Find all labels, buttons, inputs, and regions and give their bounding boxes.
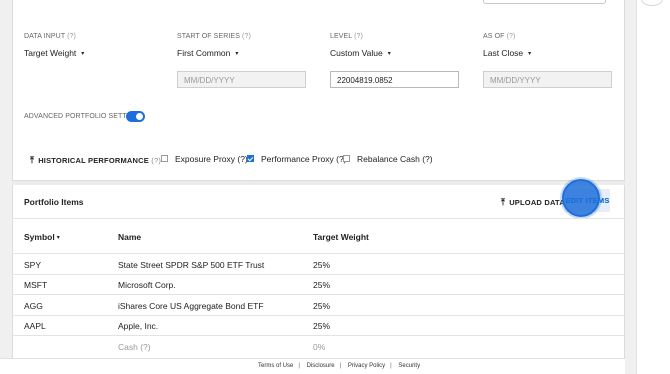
row-name: Microsoft Corp. <box>118 280 176 290</box>
row-name: State Street SPDR S&P 500 ETF Trust <box>118 260 265 270</box>
terms-of-use-link[interactable]: Terms of Use <box>258 363 293 369</box>
row-divider <box>12 294 625 295</box>
section-divider <box>12 180 625 185</box>
row-weight: 25% <box>313 301 331 311</box>
upload-icon: ⤒ <box>501 197 506 207</box>
footer: Terms of Use | Disclosure | Privacy Policy… <box>0 358 625 374</box>
row-symbol: AGG <box>24 301 43 311</box>
chevron-down-icon: ▾ <box>235 51 239 57</box>
chevron-down-icon: ▾ <box>387 51 391 57</box>
row-divider <box>12 315 625 316</box>
start-date-input[interactable]: MM/DD/YYYY <box>177 71 306 88</box>
level-value-input[interactable]: 22004819.0852 <box>330 71 459 88</box>
disclosure-link[interactable]: Disclosure <box>307 363 335 369</box>
start-of-series-label: START OF SERIES (?) <box>177 33 251 40</box>
row-weight: 25% <box>313 280 331 290</box>
row-divider <box>12 335 625 336</box>
target-weight-column-header: Target Weight <box>313 232 369 242</box>
upload-data-button[interactable]: ⤒ UPLOAD DATA <box>501 197 565 208</box>
row-divider <box>12 218 625 219</box>
advanced-settings-toggle[interactable] <box>126 111 145 122</box>
start-of-series-select[interactable]: First Common ▾ <box>177 48 238 58</box>
main-panel <box>12 0 625 374</box>
row-divider <box>12 253 625 254</box>
as-of-label: AS OF (?) <box>483 33 516 40</box>
level-select[interactable]: Custom Value ▾ <box>330 48 391 58</box>
row-symbol: AAPL <box>24 321 46 331</box>
name-column-header: Name <box>118 232 142 242</box>
chevron-down-icon: ▾ <box>81 51 85 57</box>
security-link[interactable]: Security <box>398 363 420 369</box>
as-of-select[interactable]: Last Close ▾ <box>483 48 531 58</box>
data-input-label: DATA INPUT (?) <box>24 33 76 40</box>
cash-row-weight: 0% <box>313 342 326 352</box>
right-scroll-area <box>636 0 670 374</box>
upload-arrow-icon: ⤒ <box>30 155 35 165</box>
row-divider <box>12 274 625 275</box>
chevron-down-icon: ▾ <box>528 51 532 57</box>
row-symbol: MSFT <box>24 280 48 290</box>
exposure-proxy-checkbox[interactable]: Exposure Proxy (?) <box>161 154 248 164</box>
scroll-indicator <box>641 0 663 6</box>
checkbox-checked-icon <box>247 155 254 162</box>
checkbox-icon <box>161 155 168 162</box>
row-name: iShares Core US Aggregate Bond ETF <box>118 301 264 311</box>
checkbox-icon <box>343 155 350 162</box>
row-weight: 25% <box>313 260 331 270</box>
symbol-column-header[interactable]: Symbol ▾ <box>24 232 60 242</box>
cash-row-name: Cash (?) <box>118 342 151 352</box>
level-label: LEVEL (?) <box>330 33 363 40</box>
privacy-policy-link[interactable]: Privacy Policy <box>348 363 385 369</box>
row-name: Apple, Inc. <box>118 321 159 331</box>
row-symbol: SPY <box>24 260 42 270</box>
data-input-select[interactable]: Target Weight ▾ <box>24 48 84 58</box>
row-weight: 25% <box>313 321 331 331</box>
performance-proxy-checkbox[interactable]: Performance Proxy (?) <box>247 154 347 164</box>
top-dropdown-partial[interactable] <box>483 0 606 4</box>
portfolio-items-title: Portfolio Items <box>24 197 84 207</box>
edit-items-label-overlay: EDIT ITEMS <box>565 196 610 205</box>
as-of-date-input[interactable]: MM/DD/YYYY <box>483 71 612 88</box>
historical-performance-label: ⤒ HISTORICAL PERFORMANCE (?) <box>30 155 162 165</box>
rebalance-cash-checkbox[interactable]: Rebalance Cash (?) <box>343 154 433 164</box>
sort-down-icon: ▾ <box>56 235 60 241</box>
